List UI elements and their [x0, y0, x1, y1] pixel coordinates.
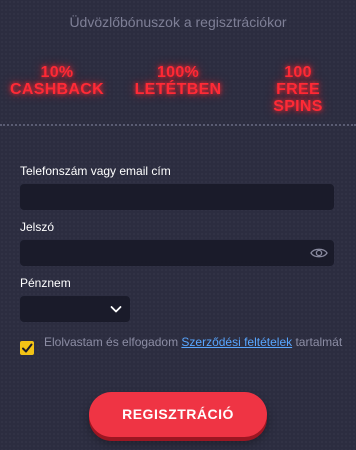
password-label: Jelszó — [20, 220, 55, 234]
terms-checkbox[interactable] — [20, 341, 34, 355]
currency-select[interactable] — [20, 296, 130, 322]
currency-label: Pénznem — [20, 276, 71, 290]
terms-suffix: tartalmát — [292, 335, 343, 349]
welcome-bonus-heading: Üdvözlőbónuszok a regisztrációkor — [69, 14, 287, 30]
checkmark-icon — [22, 343, 33, 353]
bonus-label: CASHBACK — [10, 81, 104, 98]
phone-email-label: Telefonszám vagy email cím — [20, 164, 171, 178]
bonus-value: 100 — [284, 64, 312, 81]
bonus-value: 100% — [156, 64, 200, 81]
bonus-label: FREE SPINS — [273, 81, 323, 115]
bonus-value: 10% — [40, 64, 74, 81]
bonus-free-spins: 100 FREE SPINS — [250, 64, 346, 115]
phone-email-field[interactable] — [20, 184, 334, 210]
bonus-deposit: 100% LETÉTBEN — [128, 64, 228, 98]
terms-text: Elolvastam és elfogadom Szerződési felté… — [44, 336, 344, 349]
bonus-cashback: 10% CASHBACK — [8, 64, 106, 98]
bonus-label: LETÉTBEN — [134, 81, 222, 98]
password-field[interactable] — [20, 240, 334, 266]
registration-page: Üdvözlőbónuszok a regisztrációkor 10% CA… — [0, 0, 356, 450]
register-button[interactable]: REGISZTRÁCIÓ — [89, 392, 267, 437]
terms-prefix: Elolvastam és elfogadom — [44, 335, 182, 349]
terms-link[interactable]: Szerződési feltételek — [181, 335, 292, 349]
dotted-divider — [0, 124, 356, 126]
chevron-down-icon — [110, 306, 122, 313]
eye-icon[interactable] — [310, 246, 328, 260]
